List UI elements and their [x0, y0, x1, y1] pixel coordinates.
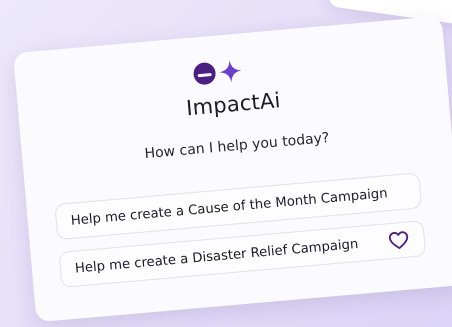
heart-icon[interactable] [387, 228, 411, 252]
logo-circle-icon [192, 61, 217, 86]
chat-welcome-panel: ImpactAi How can I help you today? Help … [13, 15, 452, 323]
sparkle-icon [219, 60, 242, 83]
welcome-card: ImpactAi How can I help you today? Help … [13, 15, 452, 323]
suggestion-label: Help me create a Cause of the Month Camp… [70, 185, 389, 229]
suggestion-label: Help me create a Disaster Relief Campaig… [74, 236, 359, 277]
app-logo [192, 55, 250, 90]
